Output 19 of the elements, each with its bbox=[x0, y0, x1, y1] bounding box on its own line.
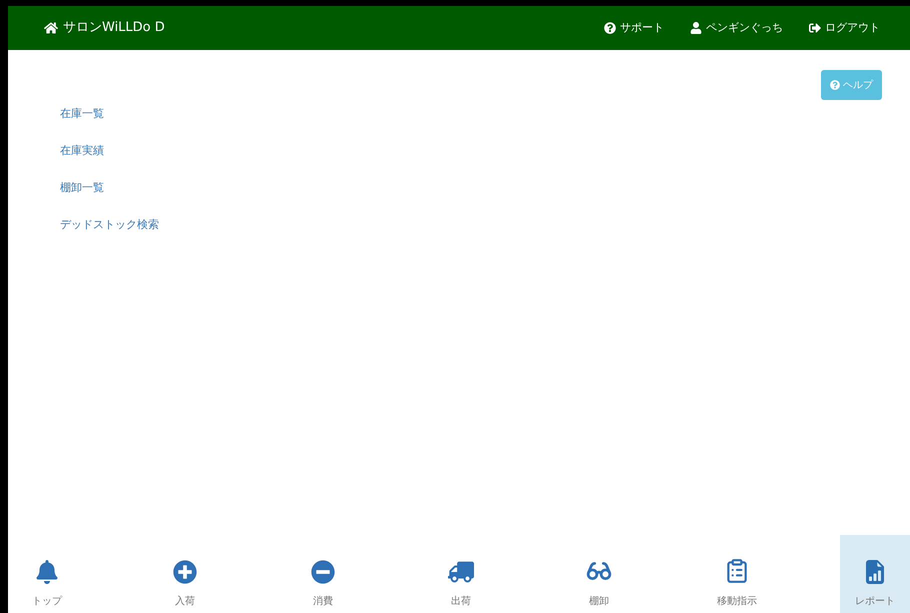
help-icon bbox=[830, 80, 840, 90]
logout-icon bbox=[809, 22, 821, 34]
minus-icon bbox=[311, 560, 335, 584]
bell-icon bbox=[35, 560, 59, 584]
menu-link[interactable]: 在庫実績 bbox=[60, 141, 104, 161]
user-icon bbox=[690, 22, 702, 34]
report-icon bbox=[863, 560, 887, 584]
nav-tab[interactable]: レポート bbox=[840, 535, 910, 613]
menu-link[interactable]: デッドストック検索 bbox=[60, 215, 159, 235]
help-icon bbox=[604, 22, 616, 34]
header-link[interactable]: ログアウト bbox=[809, 20, 880, 36]
menu-link[interactable]: 在庫一覧 bbox=[60, 104, 104, 124]
menu-link[interactable]: 棚卸一覧 bbox=[60, 178, 104, 198]
plus-icon bbox=[173, 560, 197, 584]
home-icon bbox=[44, 21, 58, 35]
header-link[interactable]: ペンギンぐっち bbox=[690, 20, 783, 36]
brand-link[interactable]: サロンWiLLDo D bbox=[44, 18, 165, 38]
truck-icon bbox=[448, 560, 474, 584]
header-link[interactable]: サポート bbox=[604, 20, 664, 36]
